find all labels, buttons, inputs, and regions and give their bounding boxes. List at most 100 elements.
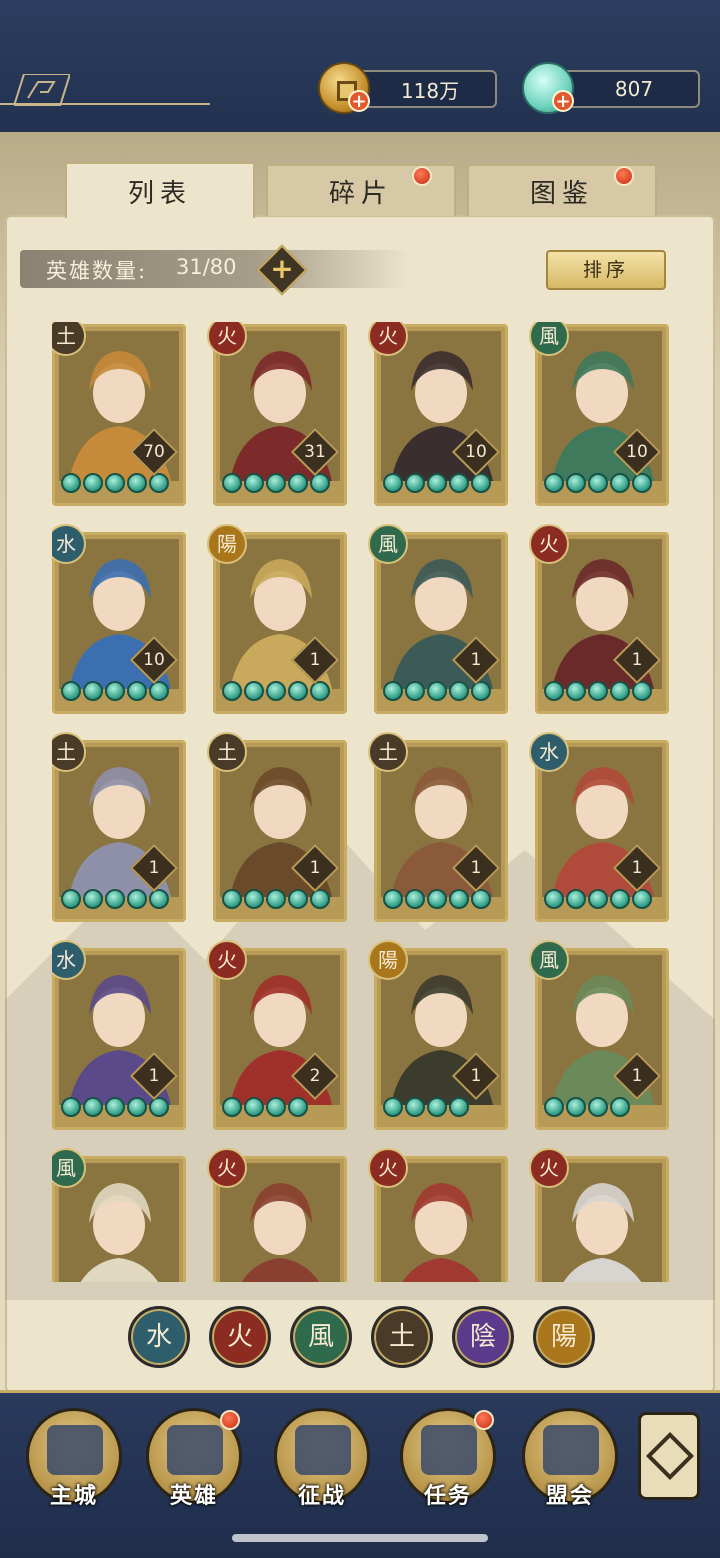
element-badge: 風 [529,940,569,980]
hero-level: 1 [309,650,321,670]
element-badge: 火 [529,524,569,564]
menu-button[interactable] [638,1412,700,1500]
sort-button[interactable]: 排序 [546,250,666,290]
alliance-hall-icon [543,1425,599,1475]
element-badge: 火 [207,940,247,980]
add-coin-button[interactable]: + [348,90,370,112]
jade-star-icon [405,1097,425,1117]
jade-star-icon [427,1097,447,1117]
jade-star-icon [471,473,491,493]
hero-grid: 70 土 31 火 10 火 10 風 10 水 1 陽 1 風 1 火 1 土… [52,322,672,1282]
add-jade-button[interactable]: + [552,90,574,112]
jade-star-icon [149,681,169,701]
jade-star-icon [61,889,81,909]
jade-star-icon [610,889,630,909]
element-filter-button[interactable]: 風 [290,1306,352,1368]
star-rating [222,473,330,499]
jade-star-icon [449,473,469,493]
jade-star-icon [127,1097,147,1117]
tab-list[interactable]: 列表 [65,162,255,218]
home-indicator[interactable] [232,1534,488,1542]
hero-level: 31 [304,442,326,462]
element-filter-button[interactable]: 陽 [533,1306,595,1368]
nav-label: 任务 [423,1483,472,1509]
jade-star-icon [588,473,608,493]
element-badge: 火 [368,1148,408,1188]
star-rating [383,681,491,707]
jade-star-icon [127,473,147,493]
jade-star-icon [61,681,81,701]
jade-star-icon [222,1097,242,1117]
nav-notification-dot [220,1410,240,1430]
jade-star-icon [471,889,491,909]
hero-level: 1 [470,858,482,878]
element-badge: 火 [207,1148,247,1188]
jade-star-icon [449,1097,469,1117]
hero-level: 1 [631,858,643,878]
jade-star-icon [288,681,308,701]
jade-star-icon [266,889,286,909]
jade-star-icon [566,681,586,701]
jade-star-icon [244,889,264,909]
star-rating [383,473,491,499]
scroll-task-icon [421,1425,477,1475]
jade-star-icon [266,473,286,493]
fragments-notification-dot [412,166,432,186]
jade-star-icon [632,473,652,493]
jade-star-icon [632,889,652,909]
jade-star-icon [449,889,469,909]
jade-star-icon [105,473,125,493]
jade-star-icon [105,1097,125,1117]
jade-star-icon [383,889,403,909]
flower-menu-icon [645,1431,695,1481]
jade-star-icon [83,1097,103,1117]
hero-level: 1 [631,650,643,670]
jade-star-icon [288,473,308,493]
star-rating [544,889,652,915]
element-filter-button[interactable]: 火 [209,1306,271,1368]
element-badge: 土 [368,732,408,772]
city-gate-icon [47,1425,103,1475]
jade-star-icon [244,1097,264,1117]
jade-star-icon [383,1097,403,1117]
jade-star-icon [149,1097,169,1117]
star-rating [383,1097,469,1123]
element-filter-button[interactable]: 陰 [452,1306,514,1368]
jade-star-icon [105,889,125,909]
jade-star-icon [149,889,169,909]
jade-star-icon [310,681,330,701]
tab-fragments-label: 碎片 [328,178,393,209]
jade-star-icon [610,681,630,701]
hero-portrait-icon [167,1425,223,1475]
star-rating [544,473,652,499]
nav-label: 主城 [49,1483,98,1509]
hero-level: 2 [309,1066,321,1086]
jade-star-icon [427,889,447,909]
element-badge: 風 [368,524,408,564]
plus-icon: + [270,252,294,285]
star-rating [222,889,330,915]
jade-star-icon [244,473,264,493]
element-badge: 土 [207,732,247,772]
jade-star-icon [105,681,125,701]
jade-star-icon [222,473,242,493]
element-filter-button[interactable]: 水 [128,1306,190,1368]
element-filter-button[interactable]: 土 [371,1306,433,1368]
nav-notification-dot [474,1410,494,1430]
jade-star-icon [610,1097,630,1117]
hero-level: 1 [148,858,160,878]
star-rating [544,681,652,707]
codex-notification-dot [614,166,634,186]
hero-level: 70 [143,442,165,462]
header-divider [0,103,210,105]
element-badge: 火 [529,1148,569,1188]
element-filter-row: 水火風土陰陽 [128,1306,598,1370]
hero-level: 1 [148,1066,160,1086]
star-rating [61,473,169,499]
jade-star-icon [127,889,147,909]
hero-level: 1 [309,858,321,878]
element-badge: 陽 [207,524,247,564]
jade-star-icon [405,473,425,493]
jade-star-icon [471,681,491,701]
war-banner-icon [295,1425,351,1475]
